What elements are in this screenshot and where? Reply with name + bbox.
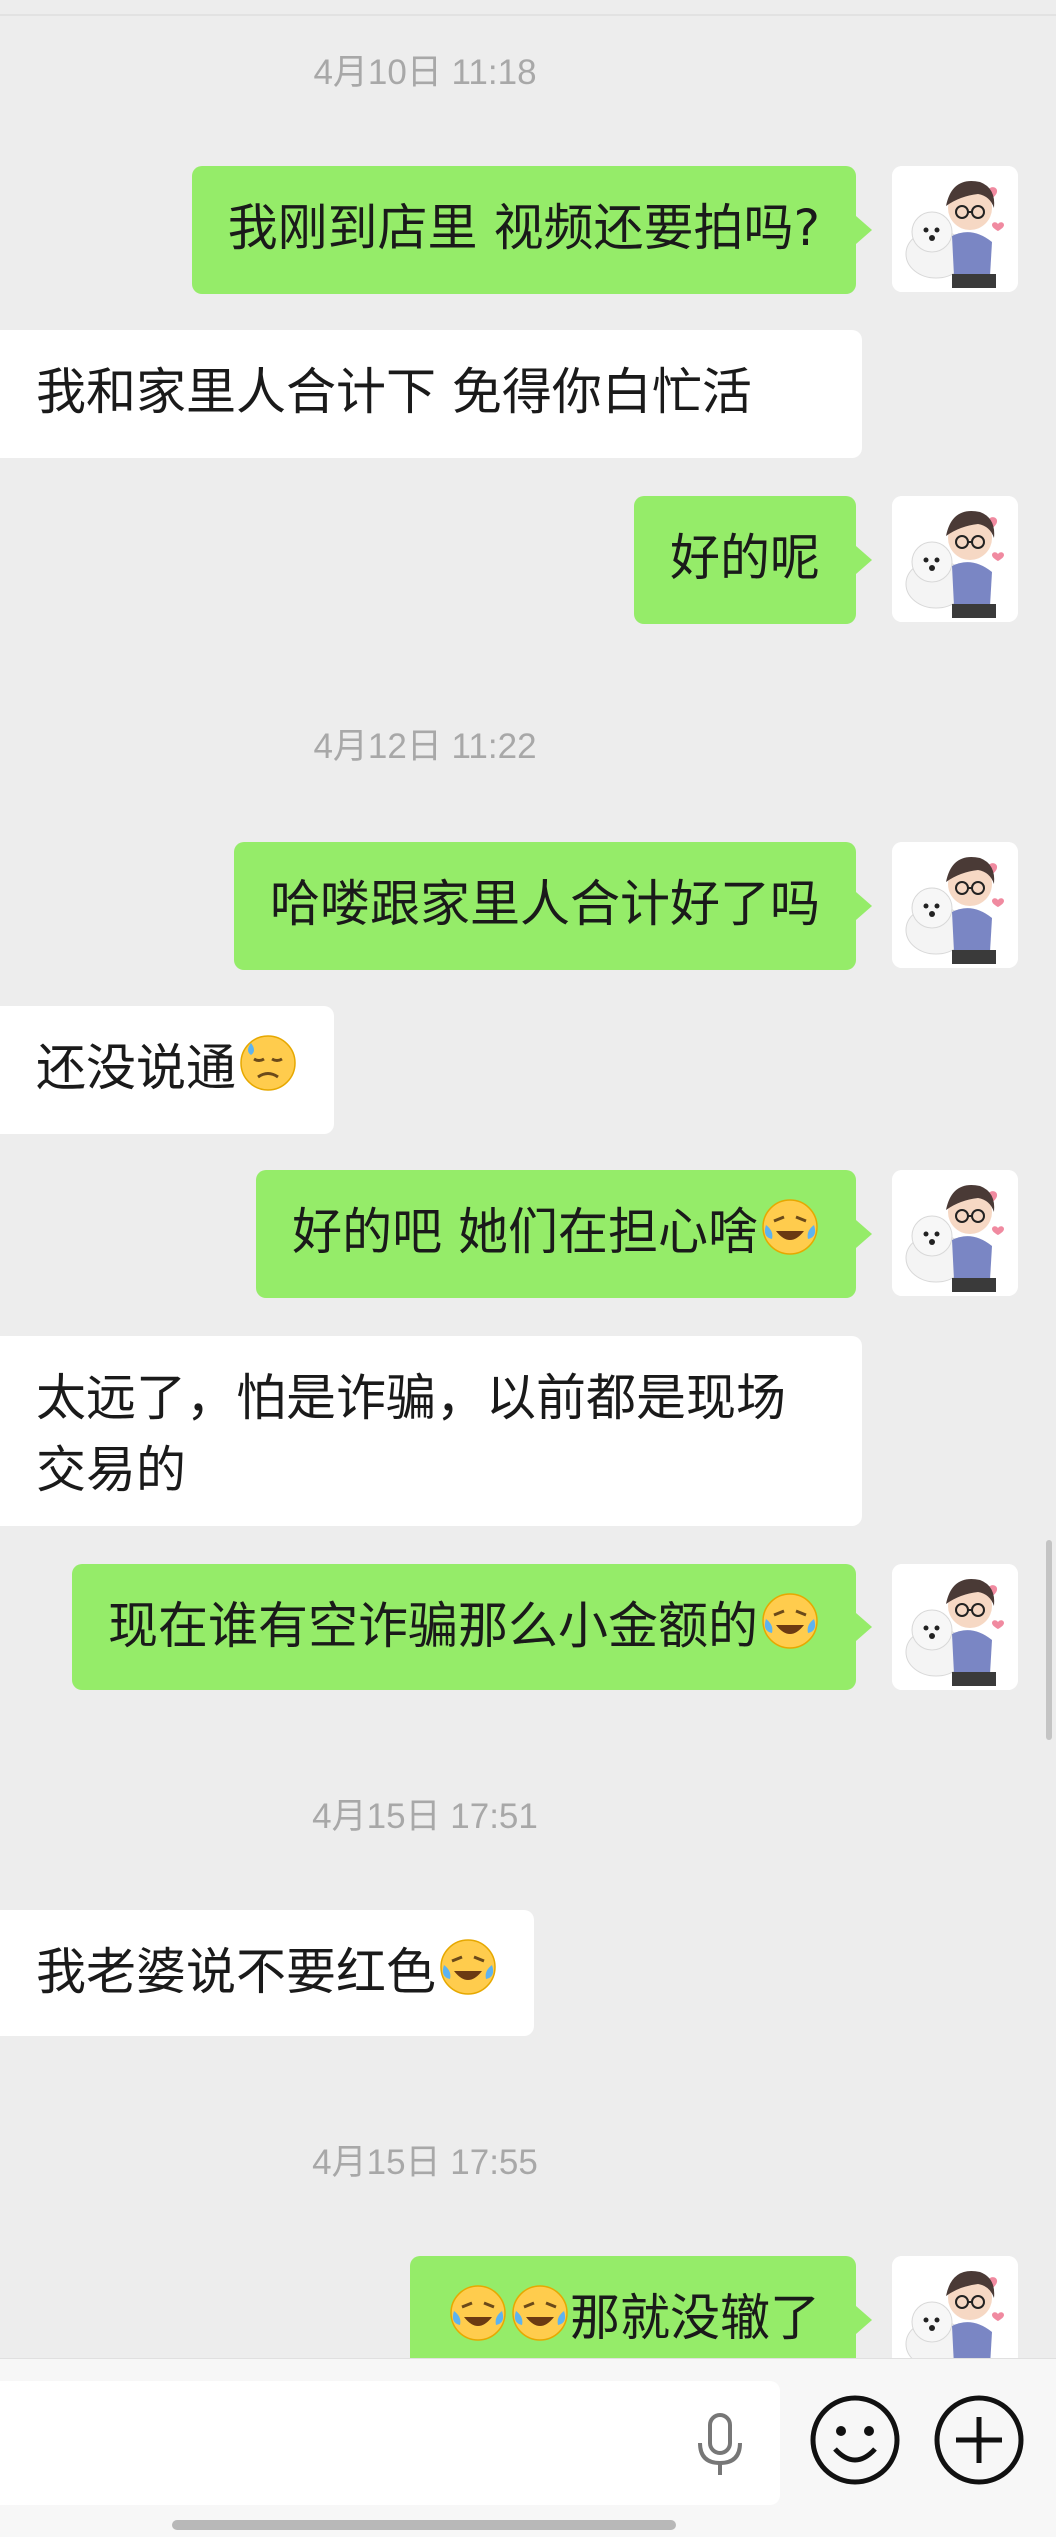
avatar-illustration <box>892 1564 1018 1690</box>
emoji-icon[interactable] <box>808 2393 902 2487</box>
message-text: 哈喽跟家里人合计好了吗 <box>270 875 820 933</box>
message-text: 现在谁有空诈骗那么小金额的 <box>108 1597 758 1655</box>
message-text: 我和家里人合计下 免得你白忙活 <box>36 363 752 421</box>
avatar-illustration <box>892 842 1018 968</box>
outgoing-message[interactable]: 我刚到店里 视频还要拍吗? <box>191 166 873 294</box>
microphone-icon[interactable] <box>690 2411 750 2481</box>
sad-sweat-emoji <box>240 1035 296 1091</box>
message-input[interactable] <box>0 2381 780 2505</box>
user-avatar[interactable] <box>892 496 1018 622</box>
scrollbar[interactable] <box>1046 1540 1052 1740</box>
message-text: 好的呢 <box>670 529 820 587</box>
incoming-message[interactable]: 我老婆说不要红色 <box>0 1910 534 2036</box>
avatar-illustration <box>892 496 1018 622</box>
incoming-message[interactable]: 还没说通 <box>0 1006 334 1134</box>
user-avatar[interactable] <box>892 1170 1018 1296</box>
laughing-crying-emoji <box>762 1593 818 1649</box>
outgoing-message[interactable]: 现在谁有空诈骗那么小金额的 <box>72 1564 872 1690</box>
outgoing-message[interactable]: 好的吧 她们在担心啥 <box>256 1170 872 1298</box>
message-text: 我刚到店里 视频还要拍吗? <box>227 199 820 257</box>
message-text: 还没说通 <box>36 1039 236 1097</box>
avatar-illustration <box>892 166 1018 292</box>
timestamp: 4月10日 11:18 <box>313 53 537 92</box>
user-avatar[interactable] <box>892 166 1018 292</box>
message-text: 我老婆说不要红色 <box>36 1943 436 2001</box>
laughing-crying-emoji <box>762 1199 818 1255</box>
incoming-message[interactable]: 我和家里人合计下 免得你白忙活 <box>0 330 862 458</box>
input-bar <box>0 2358 1056 2537</box>
user-avatar[interactable] <box>892 1564 1018 1690</box>
laughing-crying-emoji <box>440 1939 496 1995</box>
plus-icon[interactable] <box>932 2393 1026 2487</box>
timestamp: 4月15日 17:55 <box>312 2143 538 2182</box>
laughing-crying-emoji <box>512 2285 568 2341</box>
message-text: 那就没辙了 <box>570 2289 820 2347</box>
incoming-message[interactable]: 太远了，怕是诈骗，以前都是现场 交易的 <box>0 1336 862 1526</box>
laughing-crying-emoji <box>450 2285 506 2341</box>
top-divider <box>0 14 1056 16</box>
timestamp: 4月12日 11:22 <box>313 727 537 766</box>
outgoing-message[interactable]: 哈喽跟家里人合计好了吗 <box>234 842 872 970</box>
message-text-line: 太远了，怕是诈骗，以前都是现场 <box>36 1369 786 1427</box>
home-indicator[interactable] <box>172 2520 676 2530</box>
timestamp: 4月15日 17:51 <box>312 1797 538 1836</box>
message-text: 好的吧 她们在担心啥 <box>292 1203 758 1261</box>
avatar-illustration <box>892 1170 1018 1296</box>
outgoing-message[interactable]: 好的呢 <box>634 496 872 624</box>
message-text-line: 交易的 <box>36 1441 186 1499</box>
user-avatar[interactable] <box>892 842 1018 968</box>
